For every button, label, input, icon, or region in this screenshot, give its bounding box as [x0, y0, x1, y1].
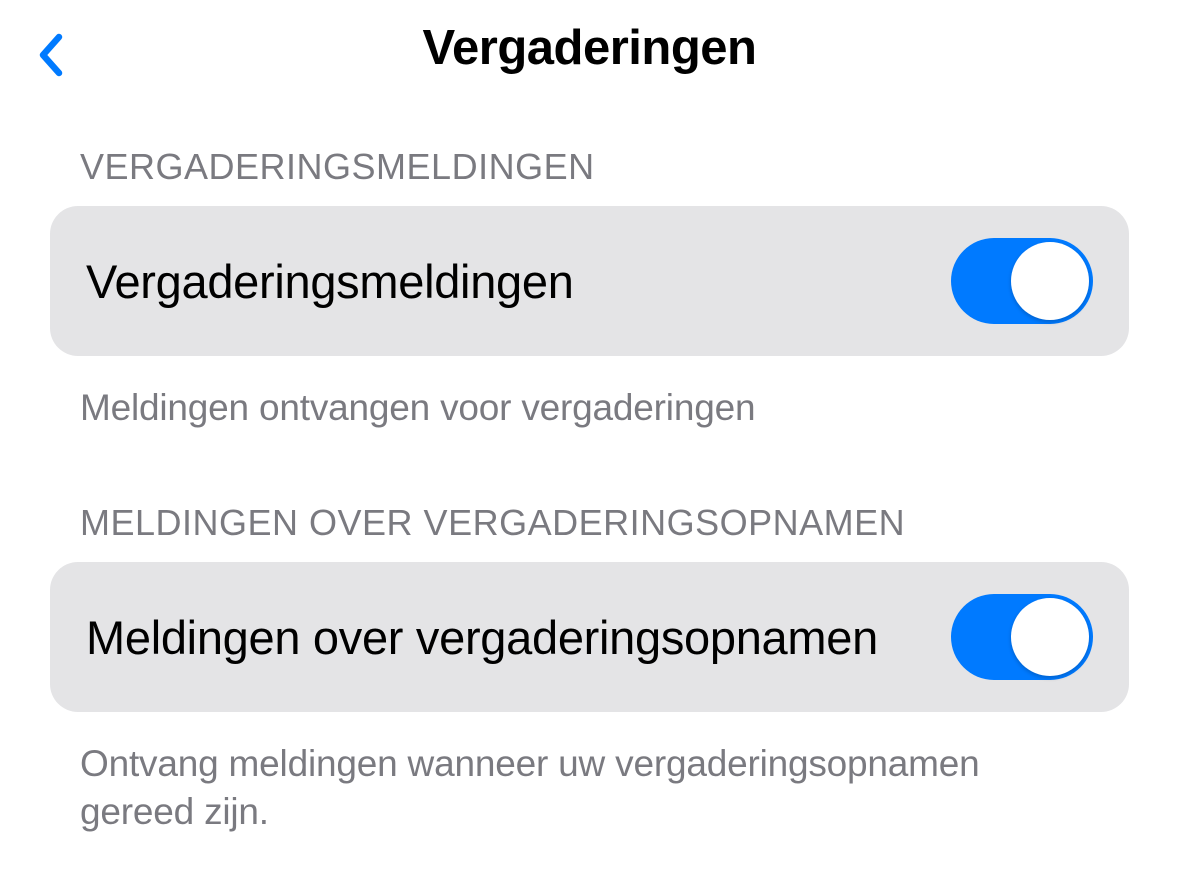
row-recording-notifications: Meldingen over vergaderingsopnamen [50, 562, 1129, 712]
section-footer: Ontvang meldingen wanneer uw vergadering… [50, 712, 1129, 876]
row-label: Vergaderingsmeldingen [86, 254, 931, 309]
section-footer: Meldingen ontvangen voor vergaderingen [50, 356, 1129, 472]
page-title: Vergaderingen [30, 20, 1149, 76]
section-meeting-notifications: VERGADERINGSMELDINGEN Vergaderingsmeldin… [0, 116, 1179, 472]
toggle-meeting-notifications[interactable] [951, 238, 1093, 324]
section-header: MELDINGEN OVER VERGADERINGSOPNAMEN [50, 472, 1129, 562]
toggle-recording-notifications[interactable] [951, 594, 1093, 680]
row-label: Meldingen over vergaderingsopnamen [86, 610, 931, 665]
section-recording-notifications: MELDINGEN OVER VERGADERINGSOPNAMEN Meldi… [0, 472, 1179, 876]
toggle-knob [1011, 598, 1089, 676]
back-button[interactable] [30, 30, 70, 80]
chevron-left-icon [37, 33, 63, 77]
toggle-knob [1011, 242, 1089, 320]
header: Vergaderingen [0, 0, 1179, 116]
row-meeting-notifications: Vergaderingsmeldingen [50, 206, 1129, 356]
section-header: VERGADERINGSMELDINGEN [50, 116, 1129, 206]
